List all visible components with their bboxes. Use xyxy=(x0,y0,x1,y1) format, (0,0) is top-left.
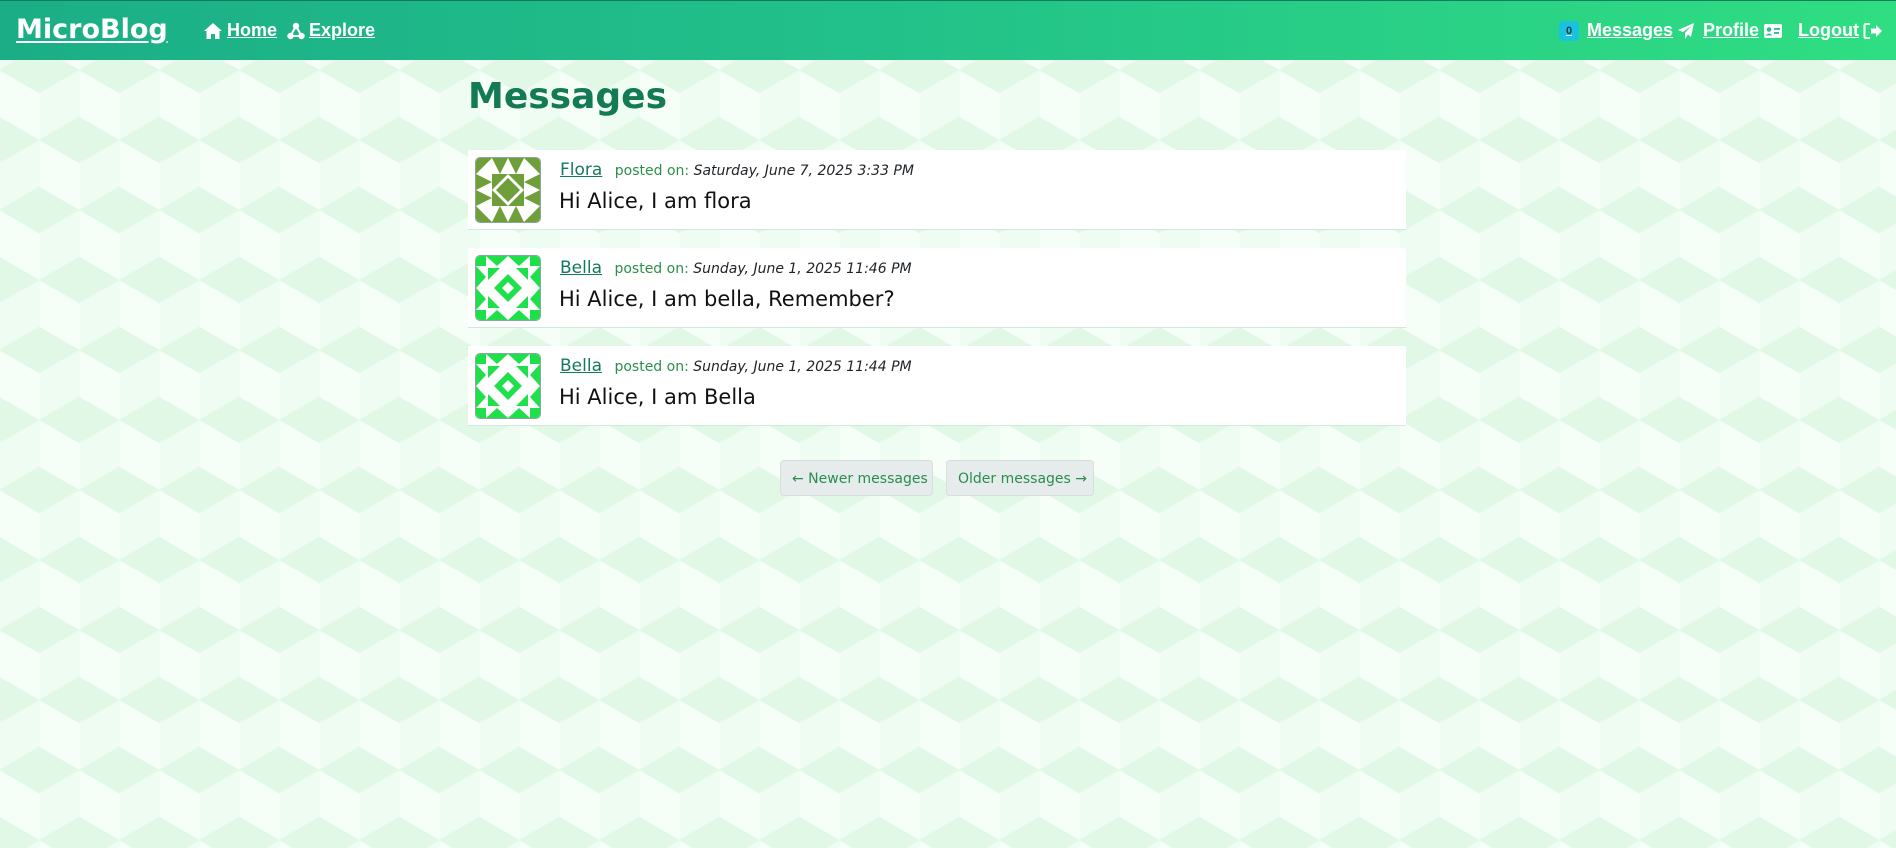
id-card-icon xyxy=(1763,23,1783,39)
nav-logout-label: Logout xyxy=(1798,20,1859,40)
message-meta: Bella posted on: Sunday, June 1, 2025 11… xyxy=(560,356,912,376)
messages-count-badge: 0 xyxy=(1559,20,1579,41)
nav-messages-link[interactable]: 0 Messages xyxy=(1559,20,1695,41)
message-timestamp: Saturday, June 7, 2025 3:33 PM xyxy=(693,163,914,179)
message-body: Hi Alice, I am Bella xyxy=(559,385,756,409)
nav-profile-link[interactable]: Profile xyxy=(1703,20,1783,41)
page-title: Messages xyxy=(468,76,668,117)
avatar[interactable] xyxy=(475,157,541,223)
nav-home-link[interactable]: Home xyxy=(203,20,277,41)
paper-plane-icon xyxy=(1677,22,1695,40)
message-item: Flora posted on: Saturday, June 7, 2025 … xyxy=(468,150,1406,230)
home-icon xyxy=(203,22,223,40)
nav-profile-label: Profile xyxy=(1703,20,1760,40)
message-meta: Flora posted on: Saturday, June 7, 2025 … xyxy=(560,160,914,180)
message-item: Bella posted on: Sunday, June 1, 2025 11… xyxy=(468,248,1406,328)
author-link[interactable]: Bella xyxy=(560,258,602,278)
posted-on-label: posted on: xyxy=(614,261,689,277)
author-link[interactable]: Bella xyxy=(560,356,602,376)
logout-icon xyxy=(1863,22,1883,40)
older-messages-button[interactable]: Older messages → xyxy=(946,460,1094,496)
avatar-identicon xyxy=(476,158,540,222)
nav-messages-label: Messages xyxy=(1587,20,1674,40)
message-timestamp: Sunday, June 1, 2025 11:46 PM xyxy=(693,261,912,277)
nav-explore-link[interactable]: Explore xyxy=(287,20,375,41)
message-body: Hi Alice, I am flora xyxy=(559,189,752,213)
nav-home-label: Home xyxy=(227,20,278,40)
brand-logo[interactable]: MicroBlog xyxy=(16,14,168,45)
posted-on-label: posted on: xyxy=(614,163,690,179)
message-timestamp: Sunday, June 1, 2025 11:44 PM xyxy=(693,359,912,375)
avatar-identicon xyxy=(476,354,540,418)
message-item: Bella posted on: Sunday, June 1, 2025 11… xyxy=(468,346,1406,426)
posted-on-label: posted on: xyxy=(614,359,689,375)
nav-explore-label: Explore xyxy=(309,20,376,40)
explore-icon xyxy=(287,22,305,40)
avatar[interactable] xyxy=(475,255,541,321)
avatar[interactable] xyxy=(475,353,541,419)
nav-logout-link[interactable]: Logout xyxy=(1798,20,1883,41)
message-meta: Bella posted on: Sunday, June 1, 2025 11… xyxy=(560,258,912,278)
newer-messages-button[interactable]: ← Newer messages xyxy=(780,460,933,496)
avatar-identicon xyxy=(476,256,540,320)
message-body: Hi Alice, I am bella, Remember? xyxy=(559,287,895,311)
navbar: MicroBlog Home Explore 0 Messages Profil… xyxy=(0,0,1896,60)
author-link[interactable]: Flora xyxy=(560,160,602,180)
